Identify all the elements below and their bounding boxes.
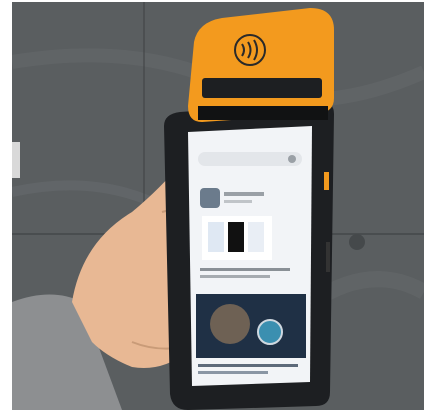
device-screen bbox=[188, 126, 312, 386]
search-bar bbox=[198, 152, 302, 166]
mic-icon bbox=[288, 155, 296, 163]
photo-frame bbox=[0, 0, 430, 412]
photo-scene bbox=[12, 2, 424, 410]
app-icon bbox=[200, 188, 220, 208]
photo-illustration bbox=[12, 2, 424, 410]
